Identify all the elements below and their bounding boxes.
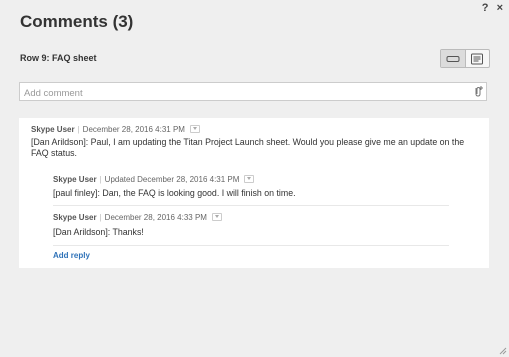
expanded-view-icon: [471, 53, 484, 64]
page-title: Comments (3): [20, 12, 134, 31]
resize-grip-icon[interactable]: [499, 347, 507, 355]
comment-user: Skype User: [31, 125, 75, 134]
add-comment-box: [19, 82, 487, 102]
close-icon[interactable]: ×: [497, 2, 503, 14]
add-reply-link[interactable]: Add reply: [53, 251, 90, 260]
add-comment-input[interactable]: [20, 85, 464, 102]
attach-file-icon[interactable]: [471, 85, 484, 98]
reply-header: Skype User | Updated December 28, 2016 4:3…: [53, 174, 255, 184]
reply-menu-icon[interactable]: [244, 174, 255, 183]
reply-divider: [53, 245, 449, 246]
expanded-view-button[interactable]: [464, 50, 490, 67]
window-controls: ? ×: [477, 2, 503, 14]
reply-text: [Dan Arildson]: Thanks!: [53, 227, 144, 237]
comment-header: Skype User | December 28, 2016 4:31 PM: [31, 124, 200, 134]
reply-timestamp: Updated December 28, 2016 4:31 PM: [104, 175, 240, 184]
comment-menu-icon[interactable]: [189, 124, 200, 133]
view-toggle: [440, 49, 490, 68]
collapsed-view-icon: [446, 55, 460, 62]
comment-timestamp: December 28, 2016 4:31 PM: [82, 125, 185, 134]
collapsed-view-button[interactable]: [441, 50, 465, 67]
reply-timestamp: December 28, 2016 4:33 PM: [104, 213, 207, 222]
comment-text: [Dan Arildson]: Paul, I am updating the …: [31, 137, 465, 158]
help-icon[interactable]: ?: [482, 2, 489, 14]
reply-user: Skype User: [53, 175, 97, 184]
reply-menu-icon[interactable]: [211, 212, 222, 221]
reply-text: [paul finley]: Dan, the FAQ is looking g…: [53, 188, 296, 198]
reply-header: Skype User | December 28, 2016 4:33 PM: [53, 212, 222, 222]
reply-divider: [53, 205, 449, 206]
reply-user: Skype User: [53, 213, 97, 222]
comments-panel: Skype User | December 28, 2016 4:31 PM [Da…: [19, 118, 489, 268]
row-label: Row 9: FAQ sheet: [20, 53, 97, 63]
